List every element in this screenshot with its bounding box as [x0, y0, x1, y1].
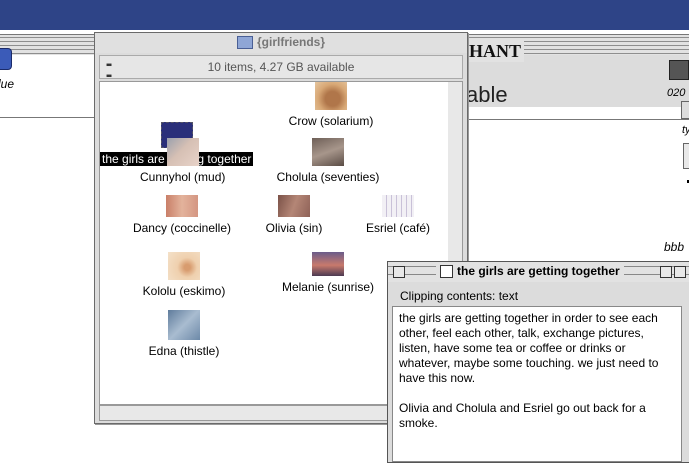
image-thumbnail-icon [315, 82, 347, 110]
image-thumbnail-icon [166, 195, 198, 217]
finder-header: ▪▪ ▪▪ 10 items, 4.27 GB available [99, 55, 463, 82]
image-thumbnail-icon [382, 195, 414, 217]
zoom-box-icon[interactable] [660, 266, 672, 278]
folder-icon [236, 36, 253, 50]
clipping-title-bar[interactable]: the girls are getting together [388, 262, 689, 282]
background-label-ty: ty [682, 124, 689, 136]
image-thumbnail-icon [166, 138, 199, 166]
file-item-crow[interactable]: Crow (solarium) [282, 82, 380, 130]
clipping-paragraph: Olivia and Cholula and Esriel go out bac… [399, 401, 646, 430]
background-label-020: 020 [667, 87, 686, 99]
finder-info: 10 items, 4.27 GB available [207, 60, 355, 74]
file-item-label: Melanie (sunrise) [281, 280, 375, 294]
file-item-edna[interactable]: Edna (thistle) [140, 310, 228, 360]
file-item-esriel[interactable]: Esriel (café) [356, 195, 440, 237]
background-label-bbb: bbb [664, 240, 685, 254]
window-body [0, 55, 101, 117]
finder-title-bar[interactable]: {girlfriends} [95, 33, 467, 53]
file-item-label: Olivia (sin) [265, 221, 323, 235]
file-item-olivia[interactable]: Olivia (sin) [258, 195, 330, 237]
clipping-title: the girls are getting together [436, 264, 624, 279]
button-icon[interactable] [683, 143, 689, 169]
file-item-label: Kololu (eskimo) [142, 284, 226, 298]
clipping-text[interactable]: the girls are getting together in order … [392, 306, 682, 462]
image-thumbnail-icon [312, 252, 344, 276]
image-thumbnail-icon [168, 310, 200, 340]
disk-icon[interactable] [0, 48, 12, 70]
file-item-label: Dancy (coccinelle) [132, 221, 232, 235]
clipping-doc-icon [440, 265, 453, 279]
file-item-label: Crow (solarium) [288, 114, 374, 128]
clipping-subheader: Clipping contents: text [392, 286, 689, 306]
background-window-title: HANT [466, 41, 525, 62]
finder-title: {girlfriends} [95, 35, 467, 50]
file-item-melanie[interactable]: Melanie (sunrise) [276, 252, 380, 296]
file-item-cunnyhol[interactable]: Cunnyhol (mud) [138, 138, 227, 186]
collapse-box-icon[interactable] [674, 266, 686, 278]
window-body [456, 107, 689, 119]
clipping-contents-label: Clipping contents: text [400, 289, 519, 303]
finder-title-text: {girlfriends} [256, 35, 325, 49]
file-item-label: Cunnyhol (mud) [140, 170, 226, 184]
background-window-text: able [466, 82, 508, 107]
close-box-icon[interactable] [393, 266, 405, 278]
file-item-dancy[interactable]: Dancy (coccinelle) [130, 195, 234, 237]
image-thumbnail-icon [168, 252, 200, 280]
file-item-label: Esriel (café) [365, 221, 430, 235]
small-thumbnail-icon[interactable] [669, 60, 689, 80]
menu-bar[interactable] [0, 0, 689, 30]
file-item-kololu[interactable]: Kololu (eskimo) [136, 252, 232, 300]
clipping-paragraph: the girls are getting together in order … [399, 311, 659, 385]
file-item-cholula[interactable]: Cholula (seventies) [272, 138, 384, 186]
window-title-bar[interactable] [0, 35, 101, 55]
image-thumbnail-icon [312, 138, 344, 166]
button-icon[interactable] [681, 101, 689, 119]
image-thumbnail-icon [278, 195, 310, 217]
clipping-title-text: the girls are getting together [457, 264, 620, 278]
disk-label: lue [0, 77, 15, 91]
file-item-label: Edna (thistle) [148, 344, 220, 358]
background-window-left[interactable] [0, 34, 102, 118]
file-item-label: Cholula (seventies) [276, 170, 380, 184]
clipping-window[interactable]: the girls are getting together Clipping … [387, 261, 689, 463]
